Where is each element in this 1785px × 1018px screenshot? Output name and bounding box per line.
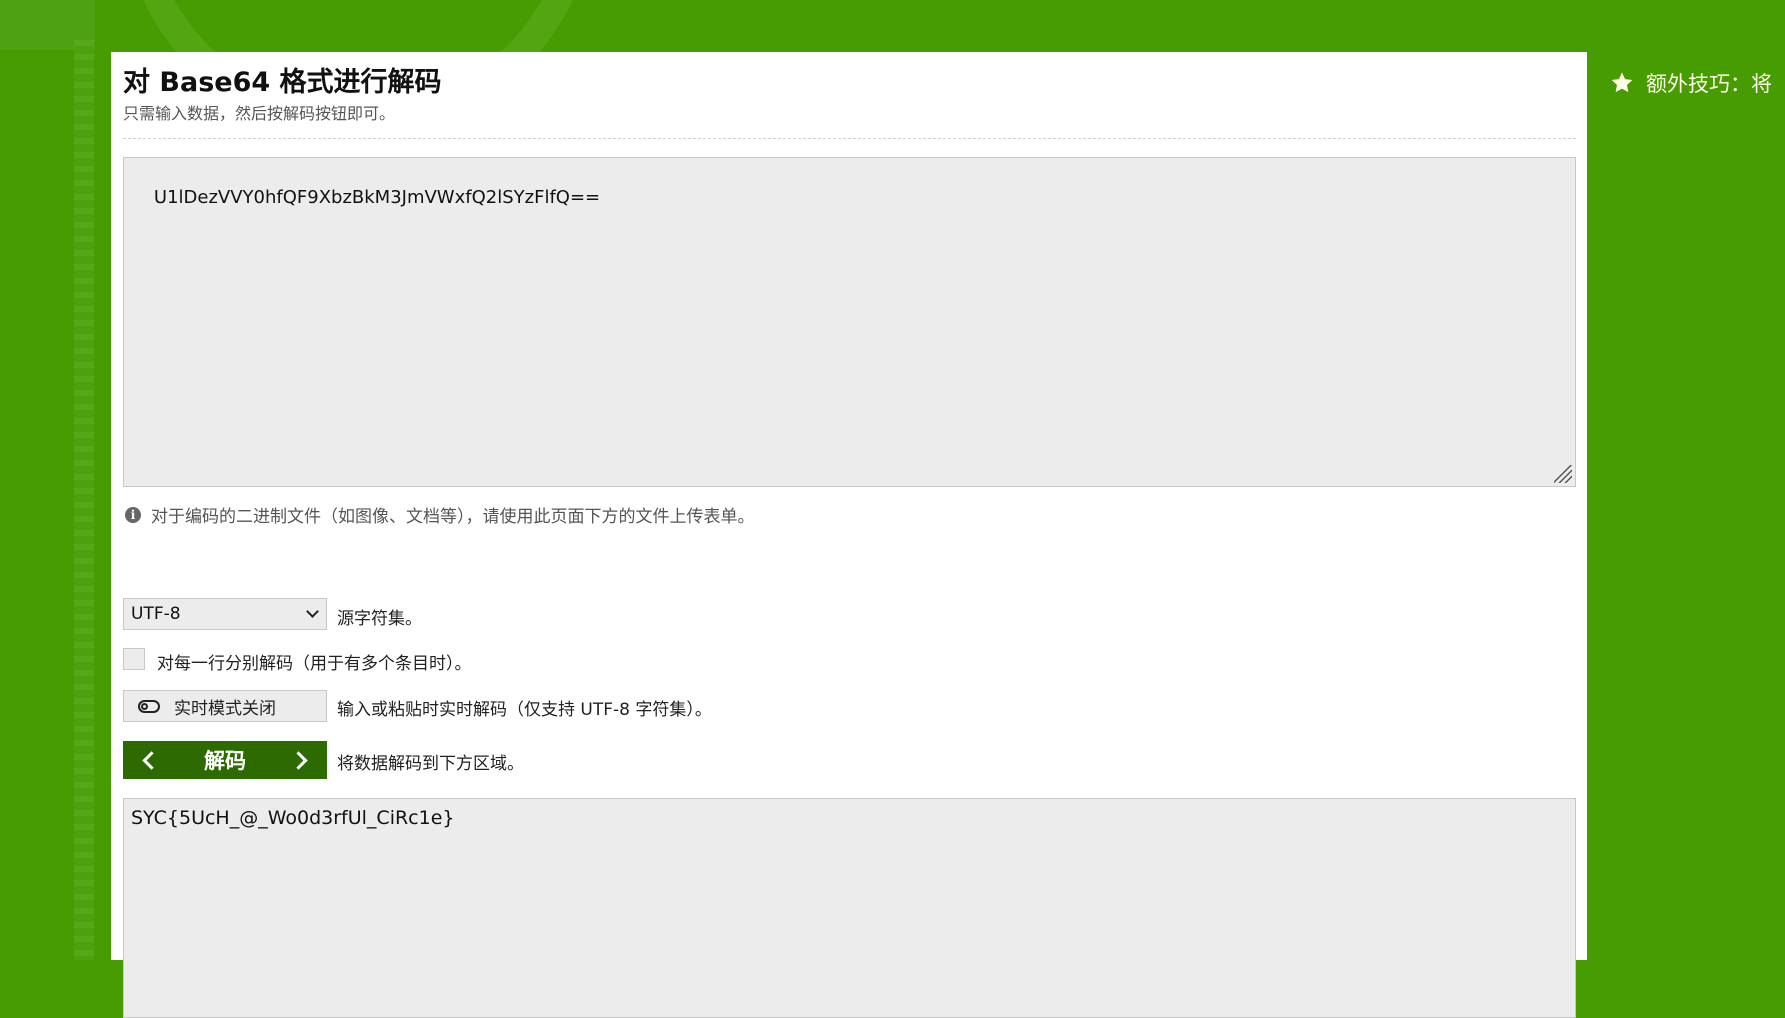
extra-tip-text: 额外技巧：将 — [1646, 72, 1772, 96]
decode-label: 将数据解码到下方区域。 — [337, 754, 524, 774]
info-text: 对于编码的二进制文件（如图像、文档等），请使用此页面下方的文件上传表单。 — [151, 507, 755, 527]
live-mode-label: 输入或粘贴时实时解码（仅支持 UTF-8 字符集）。 — [337, 700, 712, 720]
chevron-right-icon — [289, 751, 308, 770]
decode-button[interactable]: 解码 — [123, 741, 327, 779]
input-textarea[interactable]: U1lDezVVY0hfQF9XbzBkM3JmVWxfQ2lSYzFlfQ== — [123, 157, 1576, 487]
left-pattern — [74, 40, 94, 960]
charset-selected: UTF-8 — [131, 604, 181, 624]
resize-handle-icon[interactable] — [1554, 465, 1572, 483]
info-note: i 对于编码的二进制文件（如图像、文档等），请使用此页面下方的文件上传表单。 — [125, 502, 755, 527]
charset-label: 源字符集。 — [337, 609, 422, 629]
divider — [123, 138, 1576, 139]
info-icon: i — [125, 506, 141, 523]
page-title: 对 Base64 格式进行解码 — [123, 67, 442, 98]
live-mode-button-label: 实时模式关闭 — [174, 698, 276, 719]
input-text: U1lDezVVY0hfQF9XbzBkM3JmVWxfQ2lSYzFlfQ== — [153, 187, 601, 208]
chevron-left-icon — [142, 751, 161, 770]
line-by-line-label: 对每一行分别解码（用于有多个条目时）。 — [157, 654, 472, 674]
line-by-line-checkbox[interactable] — [123, 648, 145, 670]
decode-panel: 对 Base64 格式进行解码 只需输入数据，然后按解码按钮即可。 U1lDez… — [111, 52, 1587, 1018]
toggle-icon — [138, 699, 160, 713]
extra-tip: 额外技巧：将 — [1610, 68, 1772, 98]
live-mode-button[interactable]: 实时模式关闭 — [123, 690, 327, 722]
star-icon — [1611, 72, 1633, 93]
decode-button-label: 解码 — [204, 749, 246, 773]
page-subtitle: 只需输入数据，然后按解码按钮即可。 — [123, 104, 396, 123]
charset-select[interactable]: UTF-8 — [123, 598, 327, 630]
output-textarea[interactable]: SYC{5UcH_@_Wo0d3rfUl_CiRc1e} — [123, 798, 1576, 1018]
chevron-down-icon — [306, 605, 319, 618]
output-text: SYC{5UcH_@_Wo0d3rfUl_CiRc1e} — [131, 807, 455, 829]
